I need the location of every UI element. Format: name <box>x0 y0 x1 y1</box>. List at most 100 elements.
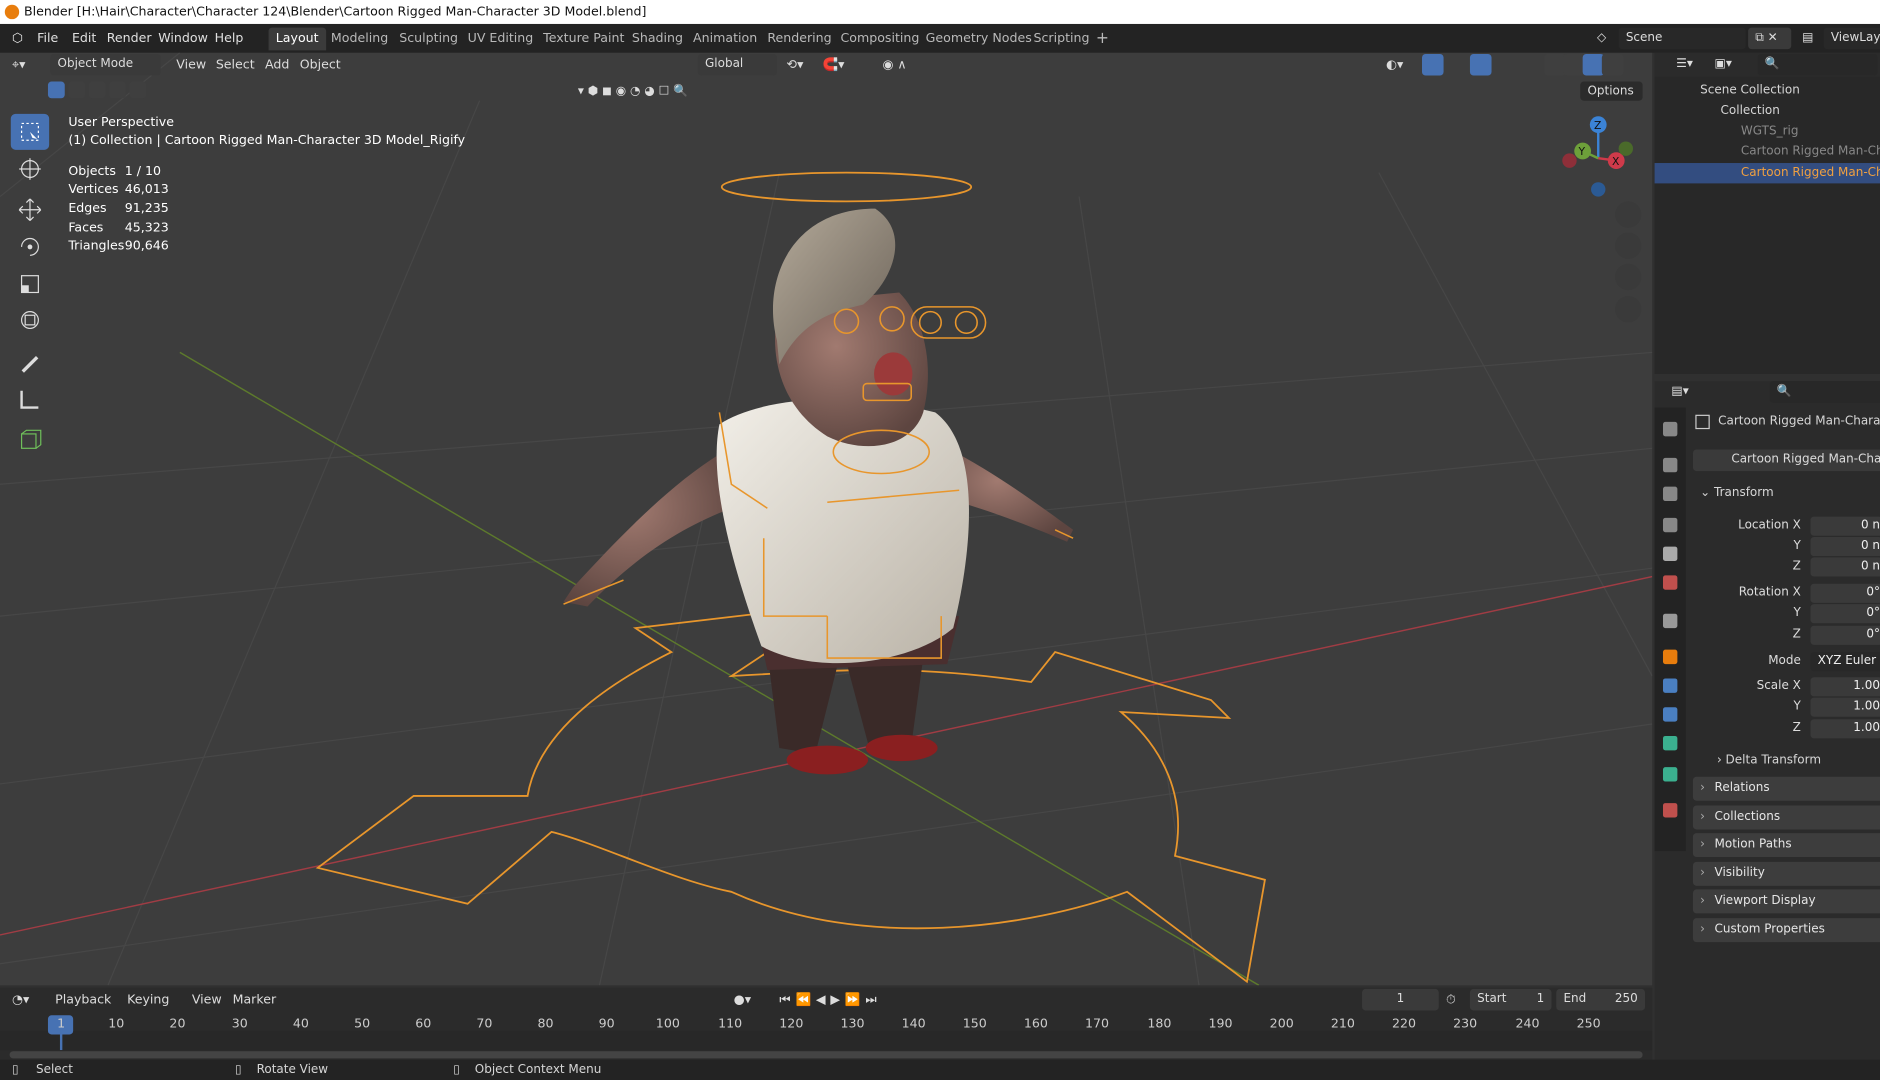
rendered-shading-icon[interactable] <box>1601 53 1624 76</box>
zoom-icon[interactable] <box>1615 201 1642 228</box>
outliner-filter-icon[interactable]: ▣▾ <box>1707 54 1733 76</box>
snap-icon[interactable]: 🧲▾ <box>823 54 845 76</box>
transform-orientation-selector[interactable]: Global <box>697 53 777 76</box>
constraints-tab-icon[interactable] <box>1662 707 1678 722</box>
world-tab-icon[interactable] <box>1662 575 1678 590</box>
scale-z-field[interactable]: 1.00 <box>1810 719 1880 739</box>
outliner-item-character[interactable]: Cartoon Rigged Man-Chara <box>1655 141 1880 161</box>
move-tool[interactable] <box>11 192 49 228</box>
pan-hand-icon[interactable] <box>1615 232 1642 259</box>
mode-selector[interactable]: Object Mode <box>50 53 161 76</box>
outliner-search-input[interactable]: 🔍 <box>1757 53 1878 76</box>
tab-texture-paint[interactable]: Texture Paint <box>536 28 632 51</box>
stopwatch-icon[interactable]: ⏱ <box>1446 989 1456 1011</box>
outliner-display-icon[interactable]: ☰▾ <box>1669 54 1695 76</box>
view-layer-selector[interactable]: ViewLaye <box>1823 27 1880 50</box>
cursor-tool[interactable] <box>11 151 49 187</box>
timeline-menu-playback[interactable]: Playback <box>55 989 111 1011</box>
menu-help[interactable]: Help <box>215 29 244 48</box>
camera-view-icon[interactable] <box>1615 263 1642 291</box>
collections-panel[interactable]: › Collections <box>1692 805 1880 830</box>
perspective-toggle-icon[interactable] <box>1615 296 1642 323</box>
select-invert-icon[interactable] <box>109 81 126 99</box>
transform-panel-header[interactable]: ⌄ Transform <box>1700 487 1774 500</box>
physics-tab-icon[interactable] <box>1662 678 1678 693</box>
select-box-tool[interactable] <box>10 113 50 150</box>
relations-panel[interactable]: › Relations <box>1692 776 1880 801</box>
scene-selector[interactable]: Scene <box>1618 27 1746 50</box>
location-x-field[interactable]: 0 n <box>1810 516 1880 536</box>
scene-tab-icon[interactable] <box>1662 546 1678 561</box>
visibility-icon[interactable]: ◐▾ <box>1386 54 1403 76</box>
scale-y-field[interactable]: 1.00 <box>1810 697 1880 717</box>
visibility-panel[interactable]: › Visibility <box>1692 861 1880 886</box>
delta-transform-panel[interactable]: › Delta Transform <box>1717 754 1821 767</box>
transform-tool[interactable] <box>11 302 49 338</box>
tab-geometry-nodes[interactable]: Geometry Nodes <box>918 28 1039 51</box>
auto-keying-icon[interactable]: ●▾ <box>734 989 751 1011</box>
tool-tab-icon[interactable] <box>1662 421 1678 437</box>
rotation-mode-selector[interactable]: XYZ Euler <box>1810 652 1880 672</box>
tab-uv-editing[interactable]: UV Editing <box>460 28 540 51</box>
outliner-item-wgts-rig[interactable]: WGTS_rig <box>1655 121 1880 141</box>
tab-modeling[interactable]: Modeling <box>324 28 396 51</box>
rotation-y-field[interactable]: 0° <box>1810 604 1880 624</box>
frame-end-field[interactable]: End 250 <box>1556 988 1646 1011</box>
frame-start-field[interactable]: Start 1 <box>1469 988 1552 1011</box>
rotation-x-field[interactable]: 0° <box>1810 583 1880 603</box>
motion-paths-panel[interactable]: › Motion Paths <box>1692 833 1880 858</box>
scale-x-field[interactable]: 1.00 <box>1810 677 1880 697</box>
proportional-edit-icon[interactable]: ◉ ∧ <box>882 54 906 76</box>
scene-icon[interactable]: ◇ <box>1590 28 1614 50</box>
viewport-menu-add[interactable]: Add <box>265 54 289 76</box>
tab-shading[interactable]: Shading <box>625 28 691 51</box>
menu-window[interactable]: Window <box>158 29 208 48</box>
viewport-filter-bar[interactable]: ▾ ⬢ ◼ ◉ ◔ ◕ ☐ 🔍 <box>571 82 1063 101</box>
location-z-field[interactable]: 0 n <box>1810 557 1880 577</box>
viewport-options-button[interactable]: Options <box>1580 81 1643 101</box>
menu-file[interactable]: File <box>37 29 58 48</box>
timeline-editor-icon[interactable]: ◔▾ <box>12 989 29 1011</box>
viewport-display-panel[interactable]: › Viewport Display <box>1692 889 1880 914</box>
object-name-field[interactable]: Cartoon Rigged Man-Charact <box>1692 449 1880 472</box>
tab-sculpting[interactable]: Sculpting <box>392 28 465 51</box>
select-subtract-icon[interactable] <box>88 81 106 99</box>
navigation-gizmo[interactable]: Z X Y <box>1559 113 1643 199</box>
viewport-menu-object[interactable]: Object <box>300 54 341 76</box>
timeline-menu-marker[interactable]: Marker <box>233 989 277 1011</box>
scene-new-button[interactable]: ⧉ ✕ <box>1748 27 1792 50</box>
output-tab-icon[interactable] <box>1662 486 1678 502</box>
pivot-icon[interactable]: ⟲▾ <box>787 54 804 76</box>
viewport-menu-select[interactable]: Select <box>216 54 255 76</box>
measure-tool[interactable] <box>11 381 49 417</box>
properties-search-input[interactable]: 🔍 <box>1769 381 1880 403</box>
timeline-menu-keying[interactable]: Keying <box>127 989 169 1011</box>
current-frame-field[interactable]: 1 <box>1362 988 1439 1011</box>
gizmo-toggle-icon[interactable] <box>1421 53 1444 76</box>
outliner-item-scene-collection[interactable]: Scene Collection <box>1655 80 1880 100</box>
annotate-tool[interactable] <box>11 344 49 380</box>
outliner-item-character-rig[interactable]: Cartoon Rigged Man-Chara <box>1654 163 1880 184</box>
tab-compositing[interactable]: Compositing <box>833 28 926 51</box>
properties-editor-icon[interactable]: ▤▾ <box>1664 381 1693 403</box>
select-extend-icon[interactable] <box>68 81 86 99</box>
custom-properties-panel[interactable]: › Custom Properties <box>1692 918 1880 943</box>
select-intersect-icon[interactable] <box>129 81 147 99</box>
render-tab-icon[interactable] <box>1662 457 1678 473</box>
tab-rendering[interactable]: Rendering <box>760 28 839 51</box>
menu-render[interactable]: Render <box>107 29 152 48</box>
add-cube-tool[interactable] <box>11 422 49 458</box>
collection-tab-icon[interactable] <box>1662 613 1678 629</box>
timeline-scrollbar[interactable] <box>9 1051 1643 1059</box>
bone-tab-icon[interactable] <box>1662 767 1678 782</box>
tab-layout[interactable]: Layout <box>268 27 326 51</box>
view-layer-tab-icon[interactable] <box>1662 517 1678 533</box>
object-tab-icon[interactable] <box>1662 649 1678 665</box>
add-workspace-button[interactable]: + <box>1089 28 1116 51</box>
character-model[interactable] <box>563 208 1074 775</box>
view-layer-icon[interactable]: ▤ <box>1795 28 1824 50</box>
location-y-field[interactable]: 0 n <box>1810 537 1880 557</box>
viewport-menu-view[interactable]: View <box>176 54 206 76</box>
playback-controls[interactable]: ⏮⏪◀▶⏩⏭ <box>779 989 881 1011</box>
select-new-icon[interactable] <box>47 81 65 99</box>
